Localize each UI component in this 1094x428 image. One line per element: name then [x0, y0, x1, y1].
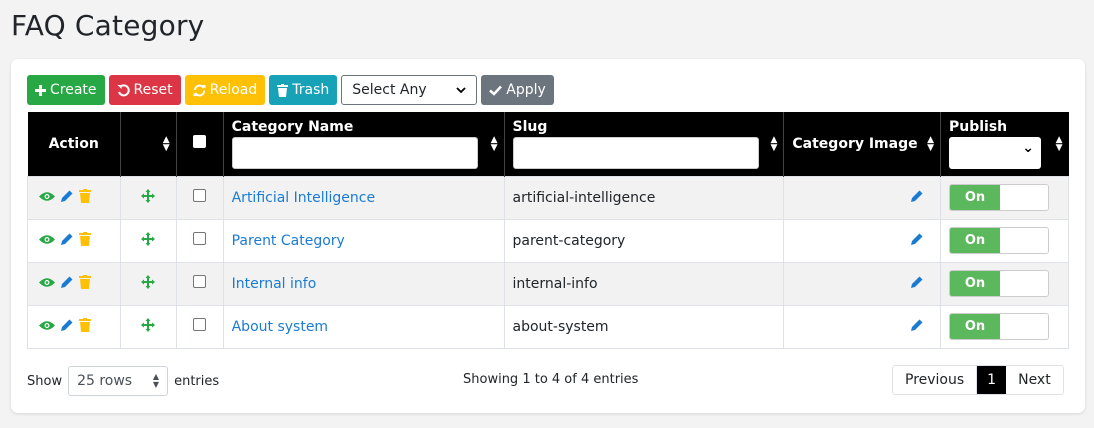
trash-icon[interactable]	[79, 274, 91, 293]
edit-icon[interactable]	[60, 189, 74, 207]
show-label: Show	[27, 373, 63, 389]
table-row: About system about-system On	[27, 304, 1069, 349]
toolbar: Create Reset Reload Trash Select Any App…	[27, 75, 554, 105]
sort-icon: ▲ ▼	[770, 134, 778, 153]
sort-icon: ▲ ▼	[927, 134, 934, 153]
page-1-button[interactable]: 1	[977, 366, 1007, 394]
column-header-category-name-label: Category Name	[231, 118, 354, 135]
publish-toggle[interactable]: On	[949, 270, 1049, 297]
column-header-publish-label: Publish	[949, 118, 1008, 135]
column-header-slug[interactable]: Slug ▲ ▼	[504, 112, 785, 176]
drag-handle-icon[interactable]	[141, 274, 156, 293]
table-row: Internal info internal-info On	[27, 261, 1069, 306]
view-icon[interactable]	[39, 233, 55, 249]
category-name-link[interactable]: About system	[232, 319, 328, 335]
view-icon[interactable]	[39, 190, 55, 206]
trash-icon	[277, 83, 289, 97]
table-row: Artificial Intelligence artificial-intel…	[27, 175, 1069, 220]
page-length-control: Show 25 rows ▲ ▼ entries	[27, 366, 219, 396]
slug-value: parent-category	[512, 232, 626, 249]
slug-value: about-system	[512, 318, 609, 335]
apply-button-label: Apply	[506, 82, 546, 98]
reset-button-label: Reset	[133, 82, 173, 98]
trash-icon[interactable]	[79, 188, 91, 207]
sort-icon: ▲ ▼	[490, 134, 498, 153]
next-page-button[interactable]: Next	[1006, 366, 1063, 394]
entries-label: entries	[174, 373, 220, 389]
view-icon[interactable]	[39, 319, 55, 335]
edit-image-icon[interactable]	[910, 319, 924, 336]
chevron-down-icon	[456, 82, 466, 98]
reload-button-label: Reload	[209, 82, 258, 98]
row-checkbox[interactable]	[193, 232, 207, 245]
plus-icon	[35, 84, 46, 96]
publish-filter-select[interactable]	[949, 136, 1041, 169]
pagination: Previous 1 Next	[892, 365, 1064, 395]
edit-image-icon[interactable]	[910, 276, 924, 293]
column-header-select-all	[176, 112, 224, 176]
faq-category-table: Action ▲ ▼ Category Name ▲ ▼ Slug ▲ ▼ Ca…	[27, 112, 1069, 349]
reload-button[interactable]: Reload	[184, 75, 266, 105]
view-icon[interactable]	[39, 276, 55, 292]
bulk-action-value: Select Any	[352, 82, 427, 98]
content-card: Create Reset Reload Trash Select Any App…	[11, 59, 1085, 413]
publish-toggle-on: On	[950, 314, 1000, 339]
column-header-action-label: Action	[48, 135, 99, 152]
rows-per-page-value: 25 rows	[77, 373, 133, 389]
drag-handle-icon[interactable]	[141, 317, 156, 336]
slug-value: internal-info	[512, 275, 598, 292]
column-header-action[interactable]: Action	[27, 112, 121, 176]
column-header-slug-label: Slug	[512, 118, 548, 135]
category-name-link[interactable]: Internal info	[232, 276, 317, 292]
publish-toggle[interactable]: On	[949, 313, 1049, 340]
trash-icon[interactable]	[79, 317, 91, 336]
bulk-action-select[interactable]: Select Any	[341, 75, 478, 105]
column-header-publish[interactable]: Publish ▲▼	[940, 112, 1069, 176]
publish-toggle-on: On	[950, 185, 1000, 210]
edit-icon[interactable]	[60, 275, 74, 293]
category-name-link[interactable]: Parent Category	[232, 233, 345, 249]
page-title: FAQ Category	[11, 9, 205, 42]
table-row: Parent Category parent-category On	[27, 218, 1069, 263]
reset-button[interactable]: Reset	[108, 75, 181, 105]
publish-toggle[interactable]: On	[949, 184, 1049, 211]
column-header-category-image-label: Category Image	[792, 135, 918, 152]
row-checkbox[interactable]	[193, 189, 207, 202]
sync-icon	[193, 84, 206, 97]
slug-filter-input[interactable]	[512, 136, 759, 169]
undo-icon	[117, 83, 130, 97]
publish-toggle-on: On	[950, 228, 1000, 253]
category-name-link[interactable]: Artificial Intelligence	[232, 190, 376, 206]
apply-button[interactable]: Apply	[481, 75, 554, 105]
edit-image-icon[interactable]	[910, 233, 924, 250]
edit-icon[interactable]	[60, 318, 74, 336]
publish-toggle-on: On	[950, 271, 1000, 296]
select-all-checkbox[interactable]	[193, 135, 207, 149]
check-icon	[489, 85, 503, 96]
table-info: Showing 1 to 4 of 4 entries	[463, 372, 639, 387]
publish-toggle[interactable]: On	[949, 227, 1049, 254]
previous-page-button[interactable]: Previous	[893, 366, 978, 394]
column-header-category-name[interactable]: Category Name ▲ ▼	[223, 112, 505, 176]
category-name-filter-input[interactable]	[231, 136, 478, 169]
trash-button-label: Trash	[292, 82, 330, 98]
edit-image-icon[interactable]	[910, 190, 924, 207]
row-checkbox[interactable]	[193, 275, 207, 288]
column-header-category-image[interactable]: Category Image ▲ ▼	[783, 112, 941, 176]
create-button[interactable]: Create	[27, 75, 105, 105]
row-checkbox[interactable]	[193, 318, 207, 331]
sort-icon: ▲ ▼	[1055, 134, 1063, 153]
trash-button[interactable]: Trash	[269, 75, 338, 105]
create-button-label: Create	[50, 82, 97, 98]
trash-icon[interactable]	[79, 231, 91, 250]
drag-handle-icon[interactable]	[141, 188, 156, 207]
drag-handle-icon[interactable]	[141, 231, 156, 250]
slug-value: artificial-intelligence	[512, 189, 656, 206]
sort-icon: ▲ ▼	[152, 372, 160, 389]
column-header-reorder[interactable]: ▲ ▼	[120, 112, 177, 176]
sort-icon: ▲ ▼	[162, 134, 170, 153]
edit-icon[interactable]	[60, 232, 74, 250]
rows-per-page-select[interactable]: 25 rows ▲ ▼	[68, 366, 169, 396]
